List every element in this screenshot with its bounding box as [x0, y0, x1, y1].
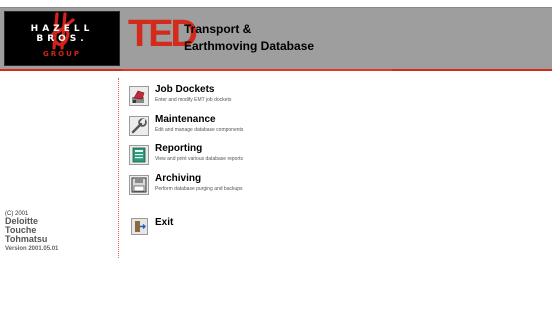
ted-logo: TED	[128, 13, 198, 55]
exit-icon[interactable]	[131, 218, 148, 235]
archiving-desc: Perform database purging and backups	[155, 186, 243, 192]
firm-line3: Tohmatsu	[5, 234, 48, 244]
menu-item-job-dockets[interactable]: Job Dockets Enter and modify EMT job doc…	[129, 84, 429, 112]
top-strip	[0, 0, 552, 7]
archiving-icon[interactable]	[129, 175, 149, 195]
version-text: Version 2001.05.01	[5, 246, 59, 252]
sidebar-divider	[118, 78, 119, 258]
menu-item-maintenance[interactable]: Maintenance Edit and manage database com…	[129, 114, 429, 142]
job-dockets-icon[interactable]	[129, 86, 149, 106]
maintenance-icon[interactable]	[129, 116, 149, 136]
maintenance-desc: Edit and manage database components	[155, 127, 244, 133]
job-dockets-label[interactable]: Job Dockets	[155, 84, 214, 95]
logo-group-text: GROUP	[43, 50, 81, 58]
reporting-icon[interactable]	[129, 145, 149, 165]
app-title-line2: Earthmoving Database	[184, 39, 315, 53]
exit-label[interactable]: Exit	[155, 217, 173, 228]
app-title: Transport & Earthmoving Database	[184, 21, 314, 55]
menu-item-reporting[interactable]: Reporting View and print various databas…	[129, 143, 429, 171]
logo-company-name: HAZELL BROS.	[30, 24, 94, 44]
hazell-bros-logo: HAZELL BROS. GROUP	[4, 11, 120, 66]
job-dockets-desc: Enter and modify EMT job dockets	[155, 97, 232, 103]
archiving-label[interactable]: Archiving	[155, 173, 201, 184]
reporting-label[interactable]: Reporting	[155, 143, 202, 154]
menu-item-exit[interactable]: Exit	[129, 214, 429, 242]
reporting-desc: View and print various database reports	[155, 156, 244, 162]
menu-item-archiving[interactable]: Archiving Perform database purging and b…	[129, 173, 429, 201]
credits-panel: (C) 2001 Deloitte Touche Tohmatsu Versio…	[5, 211, 105, 252]
maintenance-label[interactable]: Maintenance	[155, 114, 216, 125]
app-title-line1: Transport &	[184, 22, 252, 36]
header-underline-accent	[122, 69, 392, 71]
